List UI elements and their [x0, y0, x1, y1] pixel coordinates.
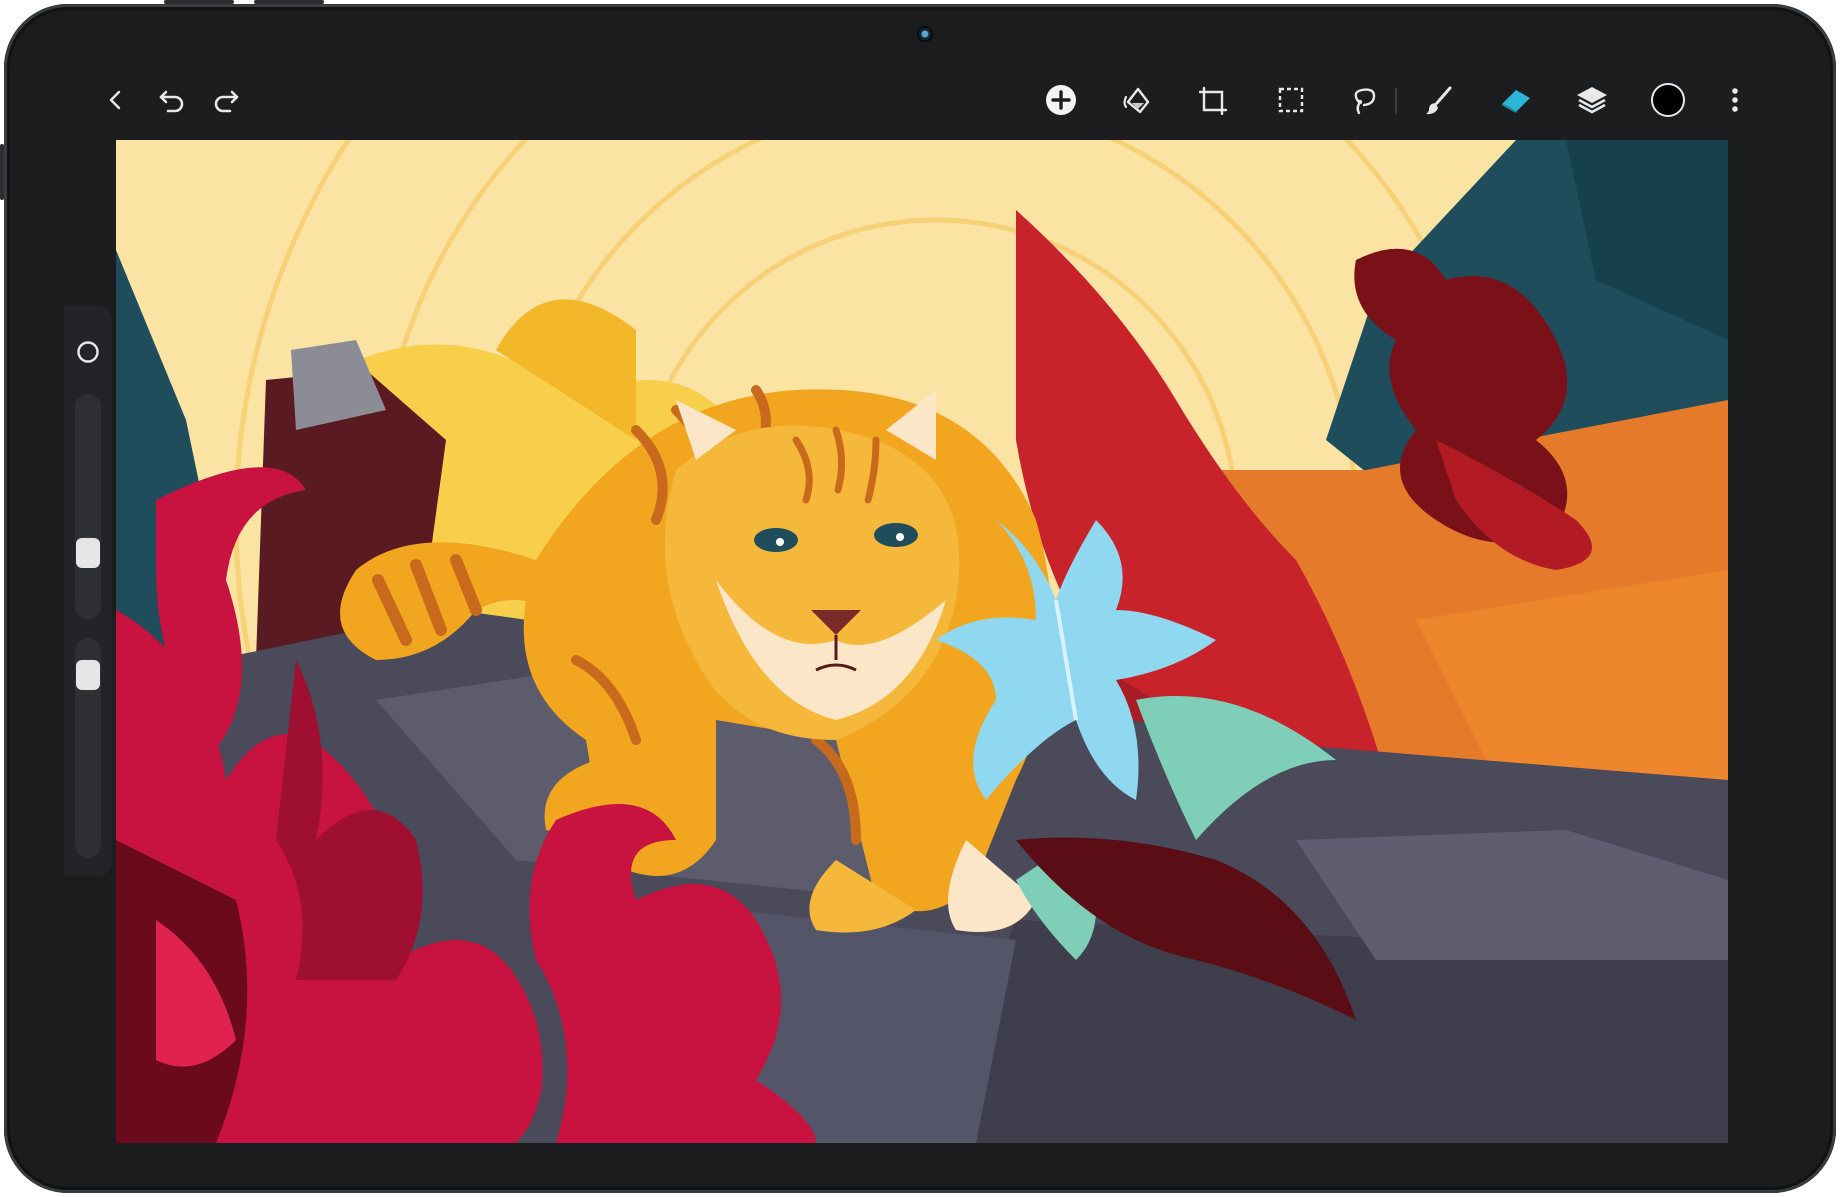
eraser-icon: [1501, 90, 1530, 113]
eraser-button[interactable]: [1494, 78, 1538, 122]
top-toolbar: [62, 62, 1786, 138]
brush-sidebar: [64, 306, 112, 876]
front-camera: [917, 26, 933, 42]
adjustments-button[interactable]: [1115, 78, 1159, 122]
add-circle-icon: [1046, 85, 1076, 115]
brush-opacity-thumb[interactable]: [76, 660, 100, 690]
brush-button[interactable]: [1417, 78, 1461, 122]
top-button: [164, 0, 234, 4]
selection-button[interactable]: [1269, 78, 1313, 122]
undo-button[interactable]: [150, 78, 194, 122]
brush-opacity-slider[interactable]: [75, 638, 101, 858]
more-vertical-icon: [1732, 88, 1738, 112]
color-button[interactable]: [1646, 78, 1690, 122]
transform-button[interactable]: [1192, 78, 1236, 122]
app-screen: [62, 62, 1786, 1143]
top-button: [254, 0, 324, 4]
redo-button[interactable]: [204, 78, 248, 122]
toolbar-divider: [1395, 88, 1397, 114]
lasso-button[interactable]: [1342, 78, 1386, 122]
brush-icon: [1426, 86, 1452, 115]
layers-button[interactable]: [1570, 78, 1614, 122]
add-button[interactable]: [1039, 78, 1083, 122]
chevron-left-icon: [109, 90, 121, 110]
adjustments-icon: [1123, 87, 1150, 114]
side-button: [0, 144, 4, 200]
color-swatch-icon: [1651, 83, 1685, 117]
redo-icon: [214, 90, 239, 113]
circle-icon: [77, 341, 99, 363]
selection-icon: [1278, 87, 1304, 113]
layers-icon: [1577, 87, 1607, 114]
modify-button[interactable]: [76, 340, 100, 364]
back-button[interactable]: [94, 78, 138, 122]
more-button[interactable]: [1713, 78, 1757, 122]
transform-icon: [1199, 86, 1228, 115]
lasso-icon: [1354, 88, 1376, 115]
brush-size-thumb[interactable]: [76, 538, 100, 568]
brush-size-slider[interactable]: [75, 394, 101, 619]
drawing-canvas[interactable]: [116, 140, 1728, 1143]
illustration-artwork: [116, 140, 1728, 1143]
undo-icon: [159, 90, 184, 113]
tablet-device: [0, 0, 1836, 1193]
